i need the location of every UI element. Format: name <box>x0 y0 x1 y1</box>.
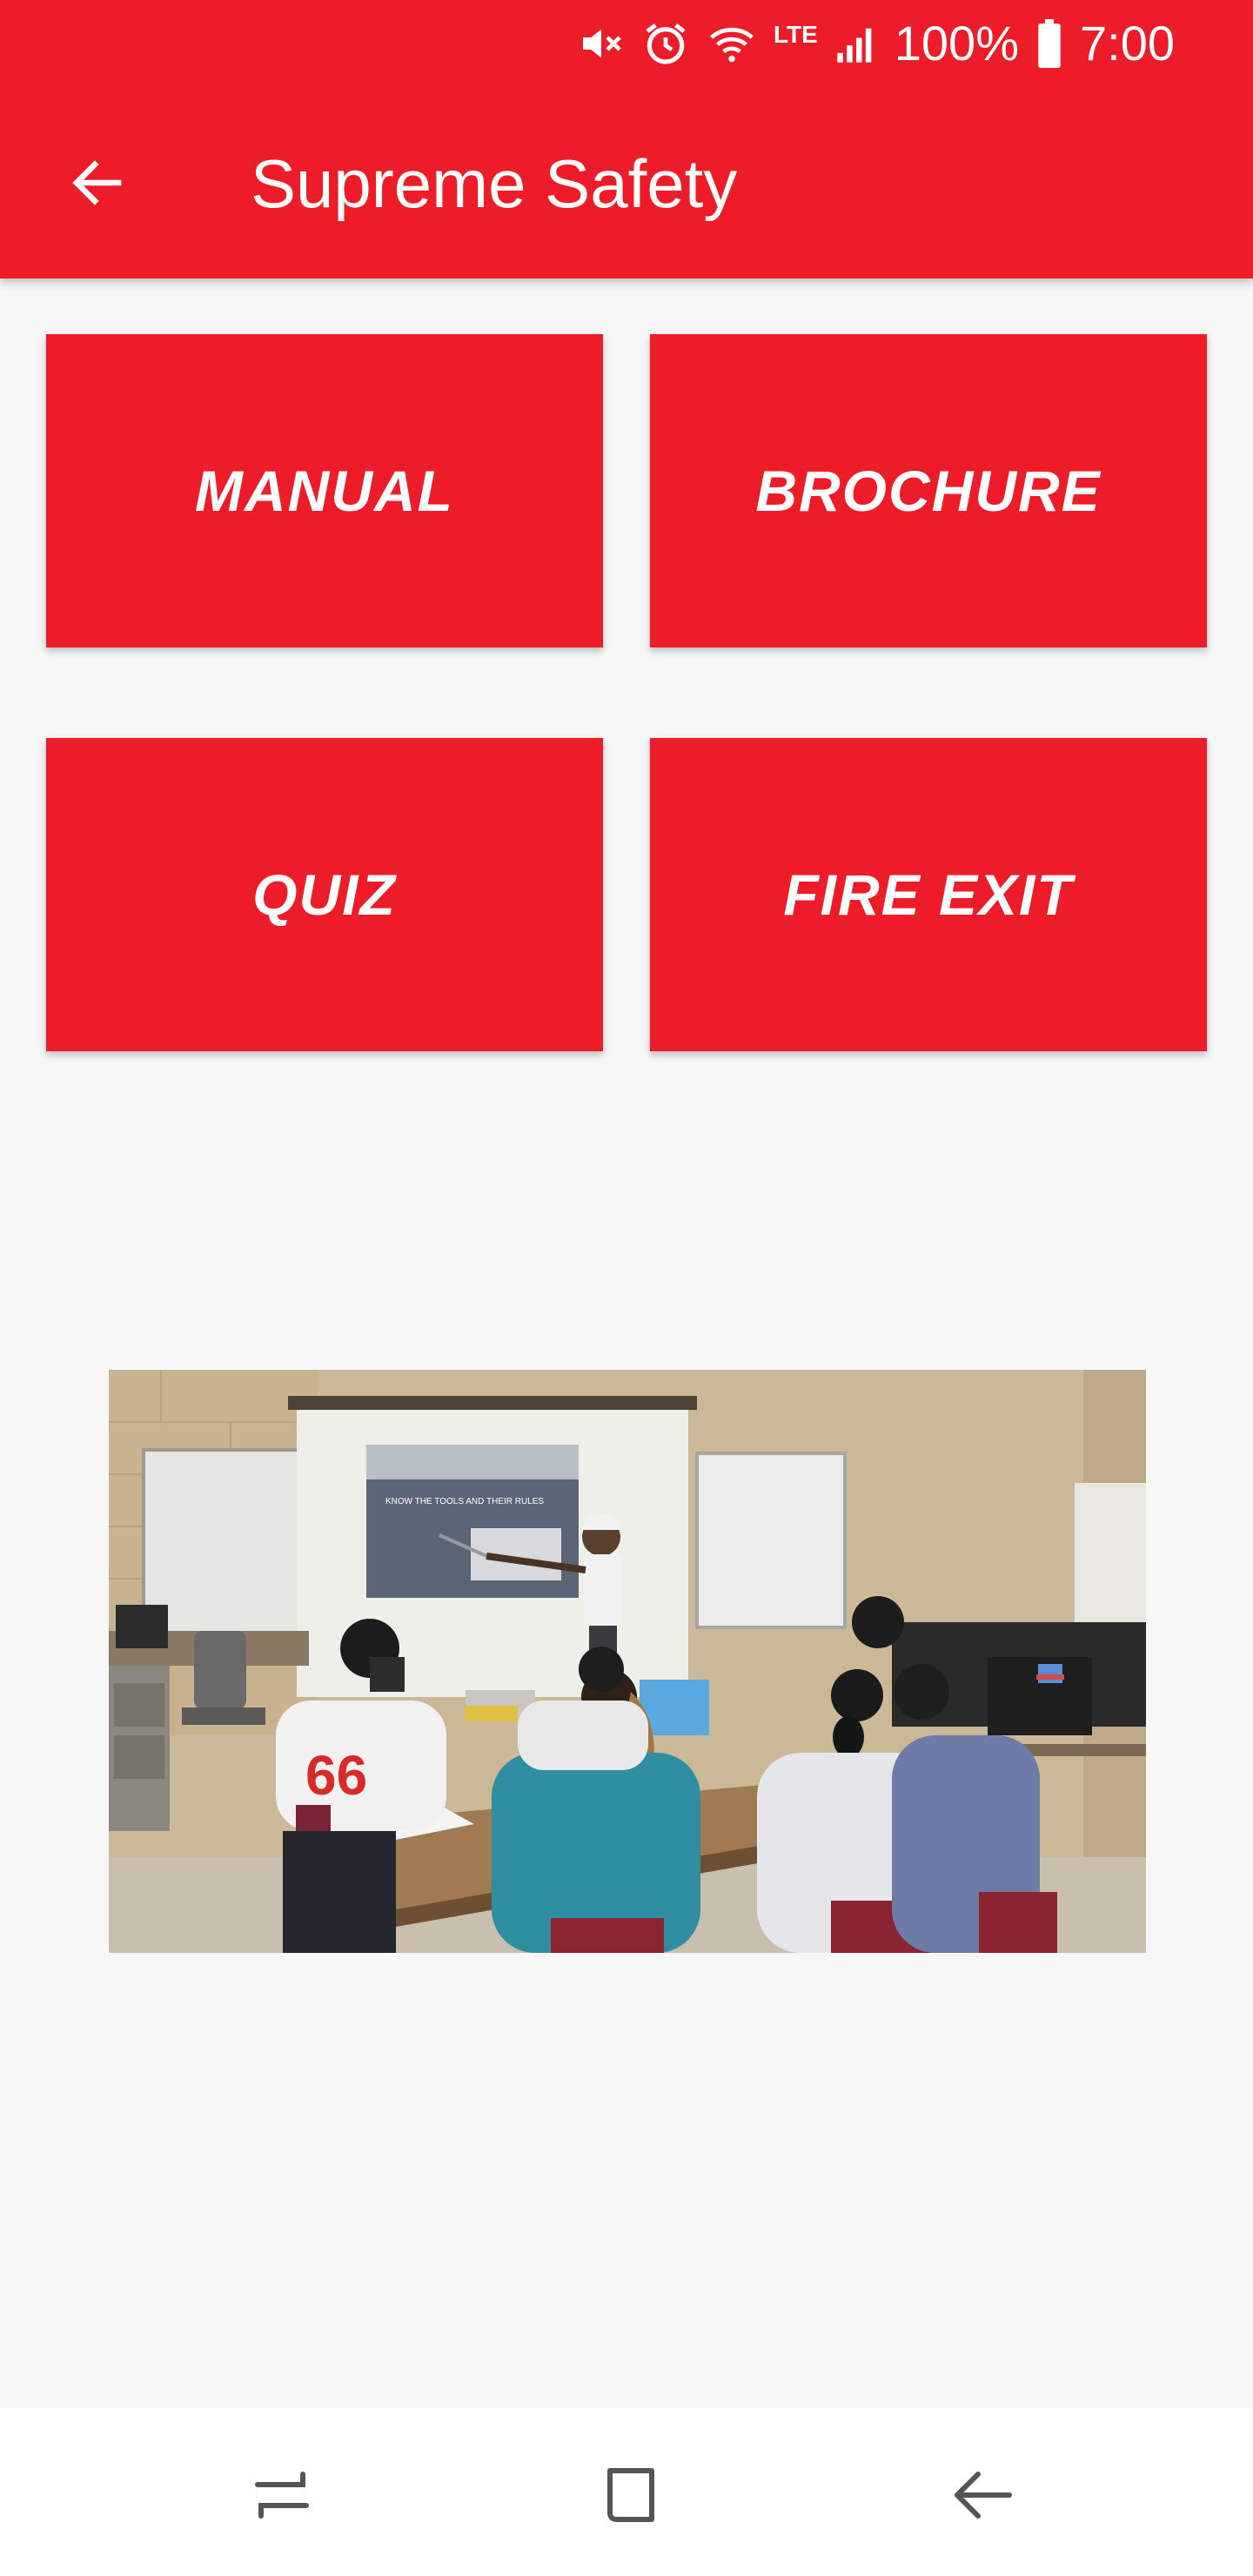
quiz-label: QUIZ <box>252 862 397 927</box>
classroom-photo-illustration: KNOW THE TOOLS AND THEIR RULES 66 <box>109 1370 1146 1953</box>
clock: 7:00 <box>1080 16 1175 70</box>
back-button[interactable] <box>54 139 141 226</box>
back-icon <box>955 2472 1012 2519</box>
manual-button[interactable]: MANUAL <box>46 334 603 647</box>
slide-heading: KNOW THE TOOLS AND THEIR RULES <box>385 1497 544 1506</box>
recent-apps-button[interactable] <box>221 2434 343 2556</box>
brochure-label: BROCHURE <box>755 459 1102 523</box>
fire-exit-label: FIRE EXIT <box>783 862 1074 927</box>
arrow-left-icon <box>72 160 122 205</box>
page-title: Supreme Safety <box>251 145 738 222</box>
lte-icon: LTE <box>773 21 818 48</box>
screen: LTE 100% 7:00 Supreme Safety MANUAL BROC… <box>0 0 1253 2576</box>
classroom-photo: KNOW THE TOOLS AND THEIR RULES 66 <box>109 1370 1146 1953</box>
system-back-button[interactable] <box>921 2434 1042 2556</box>
brochure-button[interactable]: BROCHURE <box>650 334 1207 647</box>
alarm-icon <box>646 23 686 64</box>
app-bar: LTE 100% 7:00 Supreme Safety <box>0 0 1253 278</box>
battery-percent: 100% <box>894 16 1019 70</box>
mute-icon <box>582 29 621 58</box>
home-icon <box>607 2468 654 2522</box>
manual-label: MANUAL <box>195 459 454 523</box>
battery-icon <box>1038 19 1061 68</box>
home-button[interactable] <box>570 2434 692 2556</box>
recent-apps-icon <box>255 2472 309 2519</box>
wifi-icon <box>710 27 754 63</box>
signal-icon <box>837 28 872 63</box>
shirt-number: 66 <box>305 1744 367 1807</box>
system-nav-bar <box>0 2408 1253 2576</box>
status-bar: LTE 100% 7:00 <box>577 12 1175 75</box>
quiz-button[interactable]: QUIZ <box>46 738 603 1051</box>
fire-exit-button[interactable]: FIRE EXIT <box>650 738 1207 1051</box>
